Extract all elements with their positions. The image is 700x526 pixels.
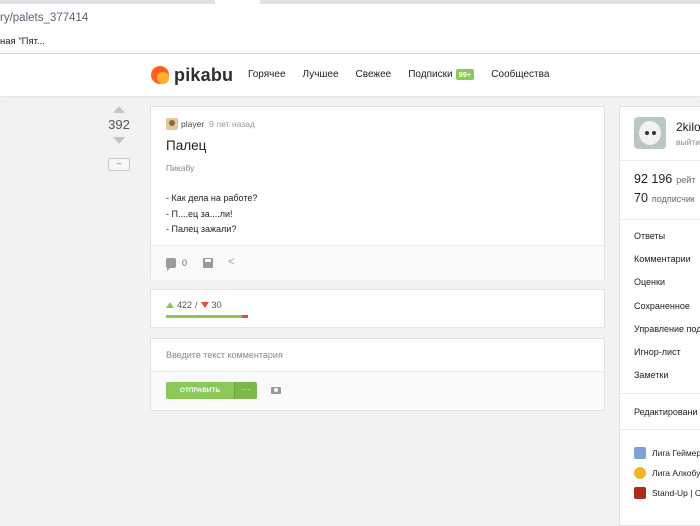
site-header: pikabu Горячее Лучшее Свежее Подписки 99…	[0, 54, 700, 96]
user-avatar[interactable]	[634, 117, 666, 149]
bookmark-item[interactable]: ная "Пят...	[0, 36, 45, 47]
subscriptions-badge: 99+	[455, 69, 475, 80]
story-line: - П....ец за....ли!	[166, 208, 233, 219]
comment-input[interactable]: Введите текст комментария	[151, 339, 604, 372]
divider	[620, 429, 700, 430]
username[interactable]: 2kilo	[676, 120, 700, 134]
user-subscribers-value: 70	[634, 191, 648, 205]
bookmarks-bar: ная "Пят...	[0, 32, 700, 54]
author-avatar[interactable]	[166, 118, 178, 130]
sidebar-link-saved[interactable]: Сохраненное	[634, 301, 690, 311]
story-body: - Как дела на работе? - П....ец за....ли…	[166, 191, 257, 238]
send-button[interactable]: ОТПРАВИТЬ	[166, 382, 234, 399]
comment-count[interactable]: 0	[182, 258, 187, 268]
share-icon[interactable]: <	[228, 256, 234, 268]
divider	[620, 219, 700, 220]
comment-form-toolbar: ОТПРАВИТЬ ···	[151, 372, 604, 410]
community-icon	[634, 487, 646, 499]
story-card: player 9 лет назад Палец Пикабу - Как де…	[150, 106, 605, 280]
votes-ratio-bar	[166, 315, 248, 318]
divider	[620, 393, 700, 394]
nav-subscriptions-label: Подписки	[408, 69, 453, 80]
sidebar-link-edit[interactable]: Редактировани	[634, 407, 698, 417]
community-item[interactable]: Лига Алкобу	[634, 467, 700, 479]
comment-placeholder: Введите текст комментария	[166, 350, 283, 360]
community-item[interactable]: Stand-Up | С	[634, 487, 700, 499]
plus-icon	[166, 302, 174, 308]
user-subscribers-label: подписчик	[651, 194, 695, 204]
user-rating-value: 92 196	[634, 172, 673, 186]
sidebar-link-subscriptions-manage[interactable]: Управление под	[634, 324, 700, 334]
pikabu-logo-icon	[151, 66, 169, 84]
sidebar-link-comments[interactable]: Комментарии	[634, 254, 691, 264]
minus-count: 30	[211, 300, 222, 310]
community-name: Лига Геймер	[652, 448, 700, 458]
user-rating-stat: 92 196 рейт	[634, 172, 695, 186]
story-tag[interactable]: Пикабу	[166, 163, 194, 173]
main-nav: Горячее Лучшее Свежее Подписки 99+ Сообщ…	[248, 69, 566, 80]
rating-score: 392	[108, 117, 130, 132]
community-icon	[634, 447, 646, 459]
camera-icon[interactable]	[271, 387, 281, 394]
story-footer: 0 <	[151, 245, 604, 280]
save-icon[interactable]	[203, 258, 213, 268]
pikabu-logo[interactable]: pikabu	[151, 65, 233, 85]
community-name: Stand-Up | С	[652, 488, 700, 498]
votes-separator: /	[195, 300, 198, 310]
nav-best[interactable]: Лучшее	[303, 69, 339, 80]
upvote-icon[interactable]	[113, 106, 125, 113]
downvote-icon[interactable]	[113, 137, 125, 144]
story-author[interactable]: player	[181, 119, 204, 129]
more-options-button[interactable]: ···	[234, 382, 257, 399]
story-line: - Палец зажали?	[166, 224, 237, 234]
story-rating: 392 –	[107, 106, 131, 171]
nav-hot[interactable]: Горячее	[248, 69, 286, 80]
nav-fresh[interactable]: Свежее	[356, 69, 392, 80]
nav-communities[interactable]: Сообщества	[491, 69, 549, 80]
divider	[620, 160, 700, 161]
votes-ratio-fill	[166, 315, 243, 318]
collapse-button[interactable]: –	[108, 158, 130, 171]
story-line: - Как дела на работе?	[166, 193, 258, 203]
sidebar-link-notes[interactable]: Заметки	[634, 370, 668, 380]
community-icon	[634, 467, 646, 479]
plus-count: 422	[177, 300, 193, 310]
comment-icon[interactable]	[166, 258, 176, 271]
community-name: Лига Алкобу	[652, 468, 700, 478]
sidebar-link-ignore-list[interactable]: Игнор-лист	[634, 347, 681, 357]
logout-link[interactable]: выйти	[676, 137, 700, 147]
user-rating-label: рейт	[676, 175, 696, 185]
community-item[interactable]: Лига Геймер	[634, 447, 700, 459]
story-meta: player 9 лет назад	[166, 118, 255, 130]
user-subscribers-stat: 70 подписчик	[634, 191, 695, 205]
sidebar-link-answers[interactable]: Ответы	[634, 231, 665, 241]
url-text: ry/palets_377414	[0, 12, 89, 24]
story-title[interactable]: Палец	[166, 138, 206, 153]
story-time: 9 лет назад	[209, 119, 255, 129]
votes-card: 422 / 30	[150, 289, 605, 328]
nav-subscriptions[interactable]: Подписки 99+	[408, 69, 475, 80]
sidebar-link-ratings[interactable]: Оценки	[634, 277, 665, 287]
minus-icon	[200, 302, 209, 308]
logo-text: pikabu	[174, 64, 234, 85]
user-sidebar: 2kilo выйти 92 196 рейт 70 подписчик Ответ…	[619, 106, 700, 526]
votes-summary: 422 / 30	[166, 300, 222, 310]
address-bar[interactable]: ry/palets_377414	[0, 4, 700, 32]
comment-form: Введите текст комментария ОТПРАВИТЬ ···	[150, 338, 605, 411]
